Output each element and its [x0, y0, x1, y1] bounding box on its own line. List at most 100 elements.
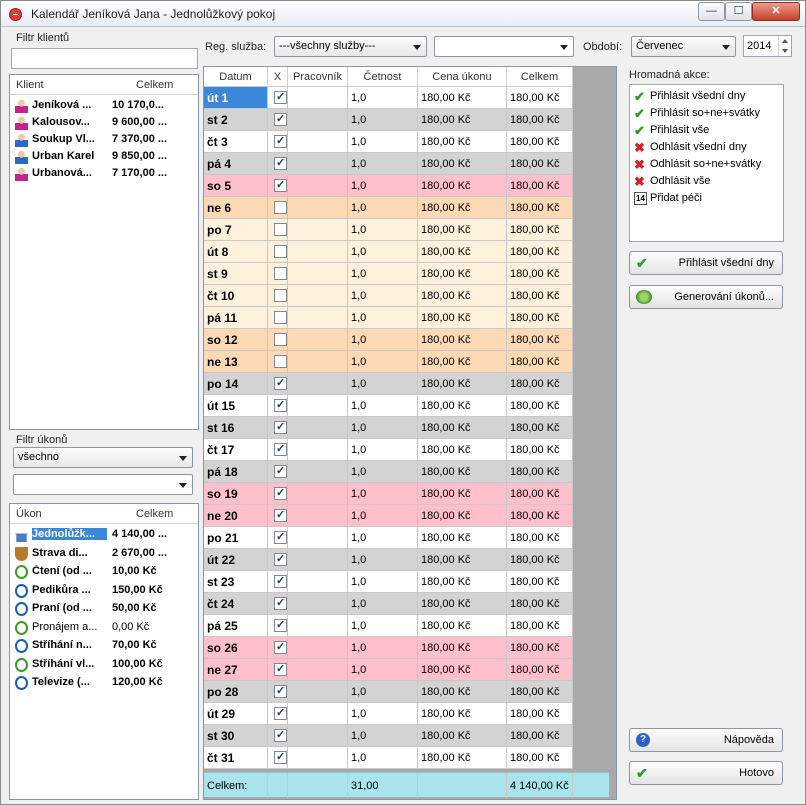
day-cell[interactable]: čt 24 — [204, 593, 268, 615]
table-row[interactable]: čt 311,0180,00 Kč180,00 Kč — [204, 747, 573, 769]
spin-up-icon[interactable] — [778, 36, 791, 46]
price-cell[interactable]: 180,00 Kč — [418, 263, 507, 285]
column-header[interactable]: X — [268, 67, 288, 87]
client-row[interactable]: Jeníková ... 10 170,0... — [10, 97, 198, 114]
table-row[interactable]: po 7 1,0 180,00 Kč 180,00 Kč — [204, 219, 573, 241]
day-cell[interactable]: út 15 — [204, 395, 268, 417]
total-cell[interactable]: 180,00 Kč — [507, 483, 573, 505]
table-row[interactable]: út 11,0180,00 Kč180,00 Kč — [204, 87, 573, 109]
day-cell[interactable]: út 22 — [204, 549, 268, 571]
row-checkbox[interactable] — [274, 223, 287, 236]
day-cell[interactable]: ne 6 — [204, 197, 268, 219]
worker-cell[interactable] — [288, 571, 348, 593]
row-checkbox[interactable] — [274, 530, 287, 544]
total-cell[interactable]: 180,00 Kč — [507, 241, 573, 263]
row-checkbox[interactable] — [274, 596, 287, 610]
checkbox-cell[interactable] — [268, 659, 288, 681]
column-header[interactable]: Celkem — [507, 67, 573, 87]
count-cell[interactable]: 1,0 — [348, 351, 418, 373]
checkbox-cell[interactable] — [268, 747, 288, 769]
register-weekdays-button[interactable]: ✔ Přihlásit všední dny — [629, 251, 783, 275]
checkbox-cell[interactable] — [268, 307, 288, 329]
row-checkbox[interactable] — [274, 508, 287, 522]
minimize-button[interactable]: — — [698, 2, 725, 21]
close-button[interactable]: ✕ — [752, 2, 800, 21]
service-row[interactable]: Čtení (od ... 10,00 Kč — [10, 563, 198, 580]
worker-cell[interactable] — [288, 439, 348, 461]
table-row[interactable]: út 291,0180,00 Kč180,00 Kč — [204, 703, 573, 725]
day-cell[interactable]: po 14 — [204, 373, 268, 395]
table-row[interactable]: čt 241,0180,00 Kč180,00 Kč — [204, 593, 573, 615]
checkbox-cell[interactable] — [268, 549, 288, 571]
row-checkbox[interactable] — [274, 442, 287, 456]
checkbox-cell[interactable] — [268, 175, 288, 197]
total-cell[interactable]: 180,00 Kč — [507, 593, 573, 615]
day-cell[interactable]: po 7 — [204, 219, 268, 241]
total-cell[interactable]: 180,00 Kč — [507, 747, 573, 769]
table-row[interactable]: po 281,0180,00 Kč180,00 Kč — [204, 681, 573, 703]
worker-cell[interactable] — [288, 659, 348, 681]
count-cell[interactable]: 1,0 — [348, 637, 418, 659]
count-cell[interactable]: 1,0 — [348, 549, 418, 571]
count-cell[interactable]: 1,0 — [348, 131, 418, 153]
worker-cell[interactable] — [288, 549, 348, 571]
count-cell[interactable]: 1,0 — [348, 307, 418, 329]
worker-cell[interactable] — [288, 681, 348, 703]
count-cell[interactable]: 1,0 — [348, 109, 418, 131]
column-header[interactable]: Pracovník — [288, 67, 348, 87]
total-cell[interactable]: 180,00 Kč — [507, 351, 573, 373]
count-cell[interactable]: 1,0 — [348, 527, 418, 549]
table-row[interactable]: so 12 1,0 180,00 Kč 180,00 Kč — [204, 329, 573, 351]
checkbox-cell[interactable] — [268, 615, 288, 637]
checkbox-cell[interactable] — [268, 439, 288, 461]
table-row[interactable]: čt 171,0180,00 Kč180,00 Kč — [204, 439, 573, 461]
day-cell[interactable]: so 12 — [204, 329, 268, 351]
total-cell[interactable]: 180,00 Kč — [507, 417, 573, 439]
day-cell[interactable]: pá 18 — [204, 461, 268, 483]
row-checkbox[interactable] — [274, 662, 287, 676]
count-cell[interactable]: 1,0 — [348, 197, 418, 219]
checkbox-cell[interactable] — [268, 417, 288, 439]
count-cell[interactable]: 1,0 — [348, 681, 418, 703]
day-cell[interactable]: pá 4 — [204, 153, 268, 175]
table-row[interactable]: st 231,0180,00 Kč180,00 Kč — [204, 571, 573, 593]
worker-cell[interactable] — [288, 263, 348, 285]
price-cell[interactable]: 180,00 Kč — [418, 703, 507, 725]
column-header[interactable]: Datum — [204, 67, 268, 87]
day-cell[interactable]: ne 20 — [204, 505, 268, 527]
day-cell[interactable]: út 29 — [204, 703, 268, 725]
worker-cell[interactable] — [288, 197, 348, 219]
table-row[interactable]: po 141,0180,00 Kč180,00 Kč — [204, 373, 573, 395]
client-row[interactable]: Soukup Vl... 7 370,00 ... — [10, 131, 198, 148]
checkbox-cell[interactable] — [268, 637, 288, 659]
checkbox-cell[interactable] — [268, 219, 288, 241]
price-cell[interactable]: 180,00 Kč — [418, 395, 507, 417]
row-checkbox[interactable] — [274, 684, 287, 698]
worker-cell[interactable] — [288, 219, 348, 241]
day-cell[interactable]: st 9 — [204, 263, 268, 285]
price-cell[interactable]: 180,00 Kč — [418, 461, 507, 483]
table-row[interactable]: čt 10 1,0 180,00 Kč 180,00 Kč — [204, 285, 573, 307]
price-cell[interactable]: 180,00 Kč — [418, 417, 507, 439]
table-row[interactable]: ne 13 1,0 180,00 Kč 180,00 Kč — [204, 351, 573, 373]
checkbox-cell[interactable] — [268, 483, 288, 505]
table-row[interactable]: so 191,0180,00 Kč180,00 Kč — [204, 483, 573, 505]
count-cell[interactable]: 1,0 — [348, 659, 418, 681]
count-cell[interactable]: 1,0 — [348, 329, 418, 351]
worker-cell[interactable] — [288, 373, 348, 395]
total-cell[interactable]: 180,00 Kč — [507, 571, 573, 593]
generate-tasks-button[interactable]: Generování úkonů... — [629, 285, 783, 309]
count-cell[interactable]: 1,0 — [348, 483, 418, 505]
price-cell[interactable]: 180,00 Kč — [418, 241, 507, 263]
day-cell[interactable]: po 28 — [204, 681, 268, 703]
checkbox-cell[interactable] — [268, 285, 288, 307]
day-cell[interactable]: út 1 — [204, 87, 268, 109]
table-row[interactable]: čt 31,0180,00 Kč180,00 Kč — [204, 131, 573, 153]
checkbox-cell[interactable] — [268, 395, 288, 417]
day-cell[interactable]: st 23 — [204, 571, 268, 593]
service-row[interactable]: Televize (... 120,00 Kč — [10, 674, 198, 691]
count-cell[interactable]: 1,0 — [348, 87, 418, 109]
total-cell[interactable]: 180,00 Kč — [507, 373, 573, 395]
total-cell[interactable]: 180,00 Kč — [507, 109, 573, 131]
worker-cell[interactable] — [288, 747, 348, 769]
